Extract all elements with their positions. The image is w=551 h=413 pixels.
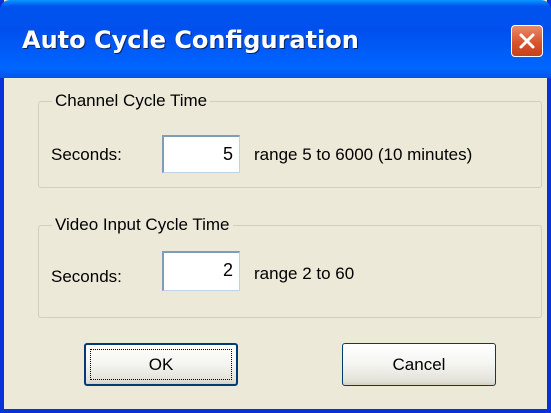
channel-seconds-label: Seconds: (51, 145, 122, 164)
channel-cycle-group-label: Channel Cycle Time (52, 91, 211, 111)
close-icon (517, 31, 537, 51)
title-bar[interactable]: Auto Cycle Configuration (0, 0, 551, 78)
cancel-button[interactable]: Cancel (342, 343, 496, 386)
window-title: Auto Cycle Configuration (22, 26, 359, 54)
video-range-text: range 2 to 60 (254, 264, 355, 283)
auto-cycle-dialog: Auto Cycle Configuration Channel Cycle T… (0, 0, 551, 413)
video-seconds-input[interactable]: 2 (162, 251, 240, 291)
channel-seconds-input[interactable]: 5 (162, 135, 240, 173)
channel-range-text: range 5 to 6000 (10 minutes) (254, 145, 473, 164)
ok-button[interactable]: OK (84, 343, 238, 386)
video-seconds-label: Seconds: (51, 267, 122, 286)
video-input-cycle-group-label: Video Input Cycle Time (52, 215, 233, 235)
cancel-button-label: Cancel (392, 354, 446, 374)
ok-button-label: OK (148, 354, 174, 374)
close-button[interactable] (511, 25, 543, 57)
